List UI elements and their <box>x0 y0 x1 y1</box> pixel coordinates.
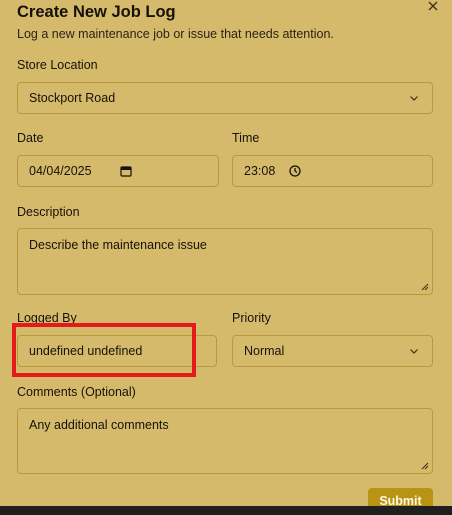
store-location-label: Store Location <box>17 58 98 72</box>
time-input[interactable]: 23:08 <box>232 155 433 187</box>
submit-button[interactable]: Submit <box>368 488 433 506</box>
time-label: Time <box>232 131 260 145</box>
chevron-down-icon <box>410 96 418 101</box>
clock-icon[interactable] <box>288 164 302 178</box>
store-location-value: Stockport Road <box>29 91 116 105</box>
description-textarea[interactable]: Describe the maintenance issue <box>17 228 433 295</box>
close-icon[interactable] <box>424 0 442 15</box>
comments-placeholder: Any additional comments <box>29 418 169 432</box>
taskbar <box>0 506 452 515</box>
date-value: 04/04/2025 <box>29 164 92 178</box>
priority-label: Priority <box>232 311 271 325</box>
priority-select[interactable]: Normal <box>232 335 433 367</box>
resize-handle-icon[interactable] <box>419 460 429 470</box>
date-input[interactable]: 04/04/2025 <box>17 155 219 187</box>
chevron-down-icon <box>410 349 418 354</box>
dialog-title: Create New Job Log <box>17 3 176 21</box>
resize-handle-icon[interactable] <box>419 281 429 291</box>
comments-label: Comments (Optional) <box>17 385 136 399</box>
date-label: Date <box>17 131 44 145</box>
store-location-select[interactable]: Stockport Road <box>17 82 433 114</box>
calendar-icon[interactable] <box>119 164 133 178</box>
description-placeholder: Describe the maintenance issue <box>29 238 207 252</box>
dialog-subtitle: Log a new maintenance job or issue that … <box>17 27 334 41</box>
comments-textarea[interactable]: Any additional comments <box>17 408 433 474</box>
priority-value: Normal <box>244 344 285 358</box>
description-label: Description <box>17 205 80 219</box>
time-value: 23:08 <box>244 164 276 178</box>
job-log-dialog: Create New Job Log Log a new maintenance… <box>0 0 452 506</box>
highlight-box <box>12 323 196 377</box>
